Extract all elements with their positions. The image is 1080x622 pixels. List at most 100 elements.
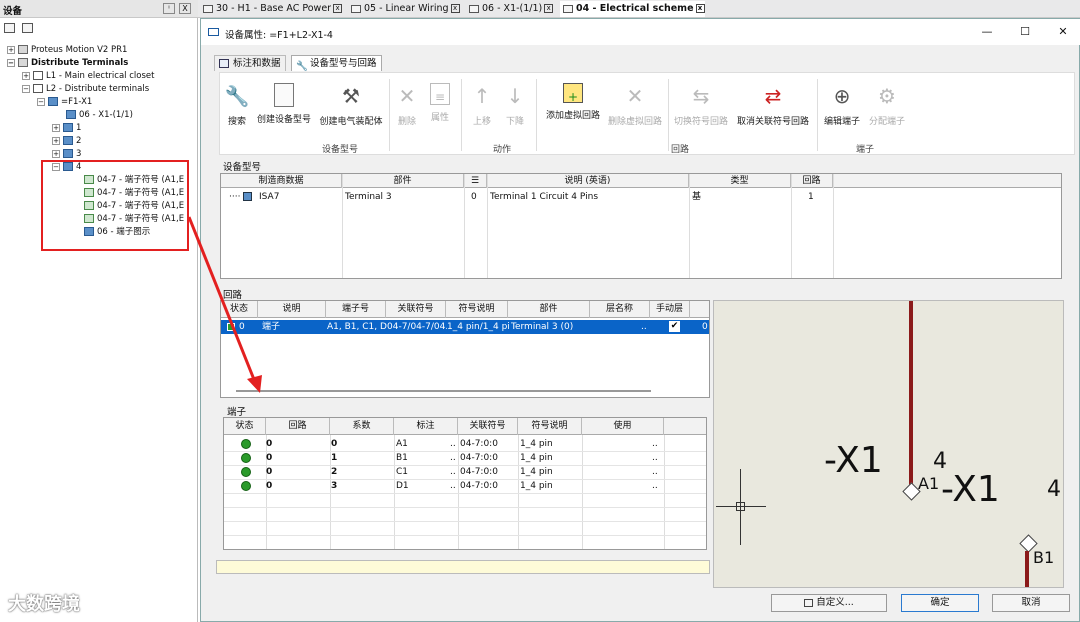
maximize-button[interactable]: ☐ (1015, 23, 1035, 41)
cell-index: 0 (471, 192, 477, 202)
cell-symbol-desc: 1_4 pin (520, 439, 553, 449)
column-header[interactable]: 关联符号 (458, 418, 518, 435)
cell-layer: .. (641, 322, 647, 332)
group-device-model: 设备型号 (321, 145, 358, 155)
symbol-preview[interactable]: -X1 -X1 4 4 A1 B1 (713, 300, 1064, 588)
cell-circuit: 0 (266, 453, 273, 463)
tab-h1[interactable]: 30 - H1 - Base AC Power x (200, 1, 343, 17)
tab-label: 04 - Electrical scheme (576, 3, 694, 14)
tree-item-1[interactable]: +1 (52, 122, 81, 135)
tree-item-sheet-06[interactable]: 06 - X1-(1/1) (66, 109, 133, 122)
tree-view-icon[interactable] (4, 23, 15, 33)
column-header[interactable]: 标注 (394, 418, 458, 435)
table-row[interactable]: 0 1 B1 .. 04-7:0:0 1_4 pin .. (224, 451, 664, 465)
wrench-icon: 🔧 (224, 84, 250, 108)
tab-linear-wiring[interactable]: 05 - Linear Wiring x (348, 1, 460, 17)
table-row[interactable]: 0 3 D1 .. 04-7:0:0 1_4 pin .. (224, 479, 664, 493)
column-header[interactable]: 说明 (258, 301, 326, 318)
button-label: 添加虚拟回路 (545, 111, 600, 121)
assign-terminal-button[interactable]: ⚙ 分配端子 (866, 77, 908, 137)
column-header[interactable]: 端子号 (326, 301, 386, 318)
tree-item-l2[interactable]: − L2 - Distribute terminals (22, 83, 149, 96)
search-button[interactable]: 🔧 搜索 (222, 77, 252, 137)
column-header[interactable]: 状态 (224, 418, 266, 435)
column-header[interactable]: 关联符号 (386, 301, 446, 318)
close-button[interactable]: ✕ (1053, 23, 1073, 41)
column-header[interactable]: 说明 (英语) (487, 174, 689, 188)
delete-virtual-circuit-button[interactable]: ✕ 删除虚拟回路 (604, 77, 666, 137)
cell-symbol-desc: 1_4 pin/1_4 pi... (447, 322, 509, 332)
terminal-strip-icon (48, 97, 58, 106)
minimize-button[interactable]: — (977, 23, 997, 41)
tab-electrical-scheme[interactable]: 04 - Electrical scheme x (560, 1, 705, 17)
delete-button[interactable]: ✕ 删除 (392, 77, 422, 137)
table-row[interactable]: 0 0 A1 .. 04-7:0:0 1_4 pin .. (224, 437, 664, 451)
manual-layer-checkbox[interactable]: ✔ (669, 321, 680, 332)
tree-label: 06 - X1-(1/1) (79, 110, 133, 120)
cursor-box (736, 502, 745, 511)
add-virtual-circuit-button[interactable]: + 添加虚拟回路 (542, 77, 604, 137)
column-header[interactable]: 符号说明 (518, 418, 582, 435)
column-header[interactable]: 状态 (221, 301, 258, 318)
tree-item-f1x1[interactable]: − =F1-X1 (37, 96, 92, 109)
column-header-list-icon[interactable]: ☰ (464, 174, 487, 188)
tree-item-distribute[interactable]: − Distribute Terminals (7, 57, 128, 70)
tab-x1[interactable]: 06 - X1-(1/1) x (466, 1, 554, 17)
pin-icon[interactable]: ᴵ (163, 3, 175, 14)
status-icon (227, 323, 235, 331)
close-icon[interactable]: x (333, 4, 343, 13)
column-header[interactable]: 系数 (330, 418, 394, 435)
column-header[interactable]: 使用 (582, 418, 664, 435)
switch-symbol-circuit-button[interactable]: ⇆ 切换符号回路 (670, 77, 732, 137)
cell-symbol: 04-7:0:0 (460, 467, 498, 477)
delete-icon: ✕ (626, 84, 644, 108)
create-device-model-button[interactable]: 创建设备型号 (253, 77, 315, 137)
close-icon[interactable]: x (695, 4, 705, 13)
column-header[interactable]: 符号说明 (446, 301, 508, 318)
unlink-symbol-circuit-button[interactable]: ⇄ 取消关联符号回路 (732, 77, 814, 137)
tree-label: L2 - Distribute terminals (46, 84, 150, 94)
collapse-icon[interactable] (22, 23, 33, 33)
close-icon[interactable]: x (450, 4, 460, 13)
column-header[interactable]: 类型 (689, 174, 791, 188)
arrow-down-icon: ↓ (506, 84, 524, 108)
column-header[interactable]: 制造商数据 (221, 174, 342, 188)
horizontal-scrollbar[interactable] (236, 390, 651, 392)
tree-item-proteus[interactable]: + Proteus Motion V2 PR1 (7, 44, 127, 57)
tree-item-l1[interactable]: + L1 - Main electrical closet (22, 70, 154, 83)
column-header[interactable]: 层名称 (590, 301, 650, 318)
panel-toolbar (0, 19, 198, 39)
column-header[interactable]: 部件 (508, 301, 590, 318)
column-header[interactable]: 回路 (791, 174, 833, 188)
group-actions: 动作 (492, 145, 511, 155)
column-header[interactable]: 回路 (266, 418, 330, 435)
move-down-button[interactable]: ↓ 下降 (500, 77, 530, 137)
tree-item-2[interactable]: +2 (52, 135, 81, 148)
properties-button[interactable]: ≡ 属性 (425, 77, 455, 137)
cancel-button[interactable]: 取消 (992, 594, 1070, 612)
status-ok-icon (241, 453, 251, 463)
move-up-button[interactable]: ↑ 上移 (467, 77, 497, 137)
ok-button[interactable]: 确定 (901, 594, 979, 612)
separator (668, 79, 669, 151)
cell-part: Terminal 3 (345, 192, 392, 202)
cell-part: Terminal 3 (0) (511, 322, 574, 332)
close-icon[interactable]: x (544, 4, 554, 13)
column-header[interactable]: 部件 (342, 174, 464, 188)
panel-close-button[interactable]: X (179, 3, 191, 14)
create-assembly-button[interactable]: ⚒ 创建电气装配体 (315, 77, 387, 137)
cell-use: .. (652, 453, 658, 463)
table-row-selected[interactable]: 0 端子 A1, B1, C1, D1 04-7/04-7/04... 1_4 … (221, 320, 709, 334)
assign-icon: ⚙ (878, 84, 896, 108)
table-row[interactable]: 0 2 C1 .. 04-7:0:0 1_4 pin .. (224, 465, 664, 479)
status-ok-icon (241, 439, 251, 449)
sheet-icon (203, 5, 213, 13)
tab-device-model-circuits[interactable]: 🔧 设备型号与回路 (291, 55, 382, 72)
data-icon (219, 59, 229, 68)
custom-button[interactable]: 自定义... (771, 594, 887, 612)
tab-annotation-data[interactable]: 标注和数据 (214, 55, 286, 71)
column-header[interactable]: 手动层 (650, 301, 690, 318)
separator (536, 79, 537, 151)
edit-terminal-button[interactable]: ⊕ 编辑端子 (822, 77, 862, 137)
button-label: 编辑端子 (823, 117, 860, 127)
